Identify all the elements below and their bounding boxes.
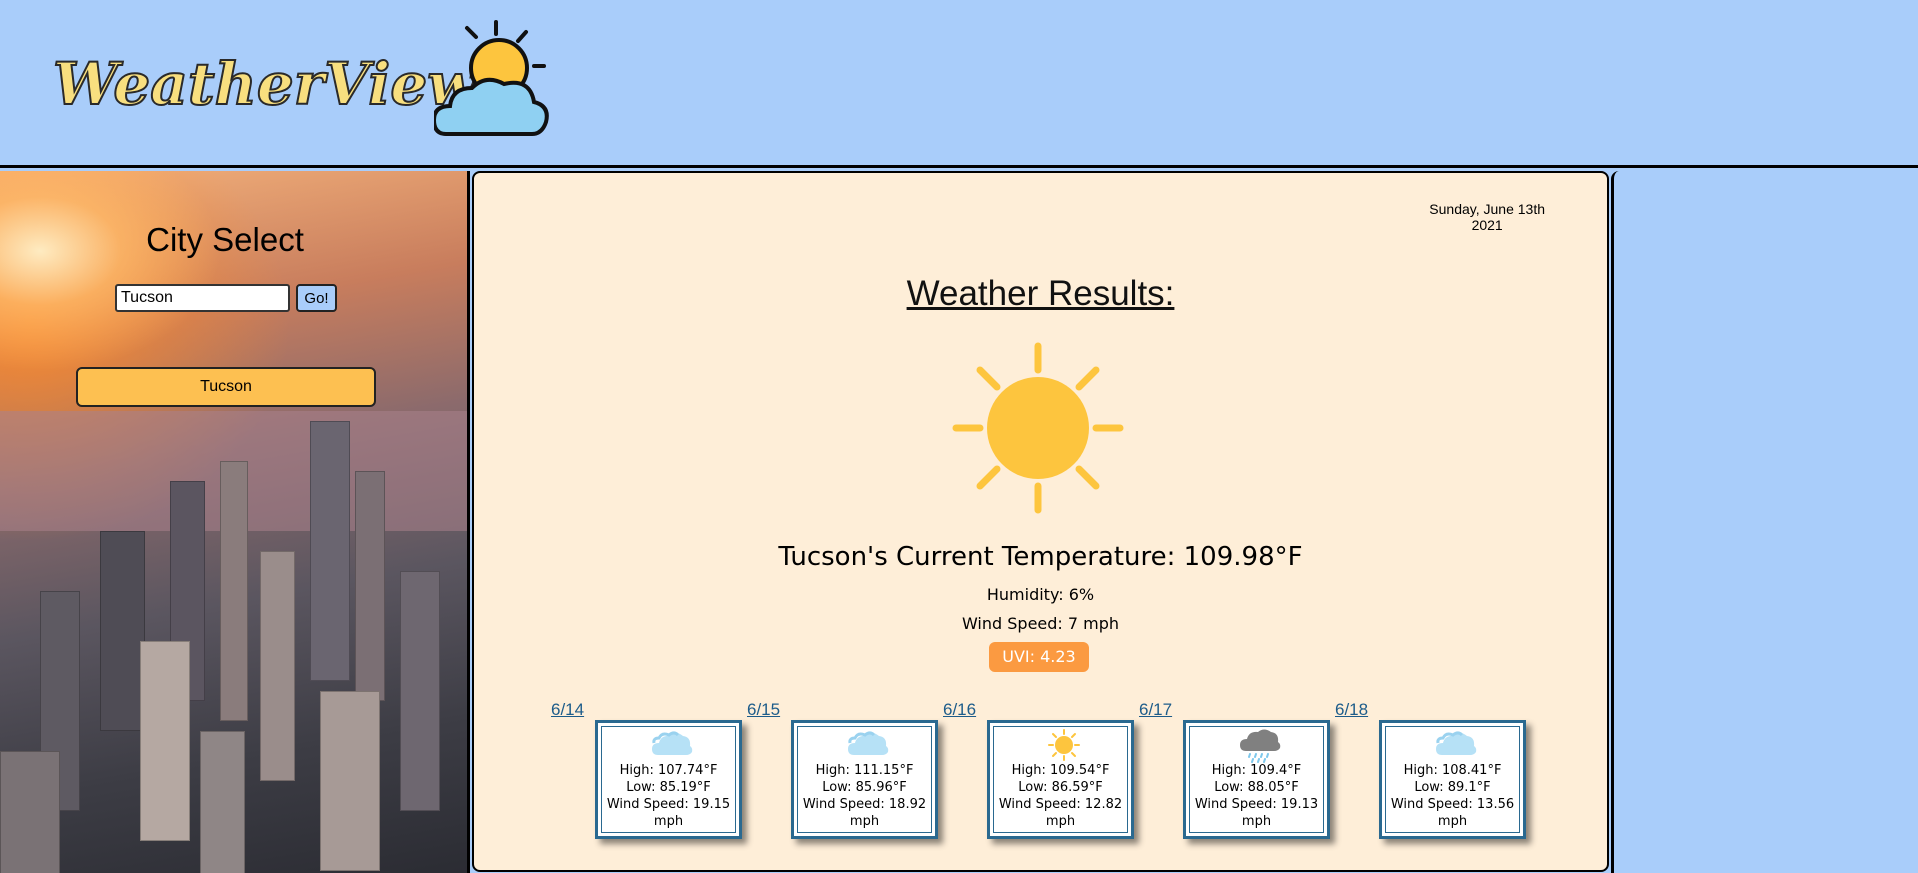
forecast-low: Low: 85.96°F <box>822 780 907 795</box>
building <box>355 471 385 701</box>
forecast-date-link[interactable]: 6/15 <box>747 700 780 720</box>
forecast-wind-unit: mph <box>849 814 880 829</box>
sun-icon <box>952 342 1124 514</box>
forecast-low: Low: 86.59°F <box>1018 780 1103 795</box>
search-row: Go! <box>115 284 337 312</box>
building <box>260 551 295 781</box>
city-search-input[interactable] <box>115 284 290 312</box>
city-select-title: City Select <box>146 221 304 258</box>
forecast-card: High: 109.4°F Low: 88.05°F Wind Speed: 1… <box>1183 720 1330 839</box>
logo-text: WeatherView <box>52 49 478 119</box>
forecast-high: High: 108.41°F <box>1403 763 1502 778</box>
forecast-high: High: 109.4°F <box>1211 763 1302 778</box>
forecast-date-link[interactable]: 6/14 <box>551 700 584 720</box>
building <box>400 571 440 811</box>
humidity: Humidity: 6% <box>986 585 1095 604</box>
history-city-button[interactable]: Tucson <box>76 367 376 407</box>
forecast-wind: Wind Speed: 12.82 mph <box>990 796 1131 830</box>
forecast-wind-value: Wind Speed: 12.82 <box>998 797 1123 812</box>
forecast-wind-unit: mph <box>1241 814 1272 829</box>
forecast-wind-unit: mph <box>1045 814 1076 829</box>
forecast-high: High: 109.54°F <box>1011 763 1110 778</box>
weather-results-panel: Sunday, June 13th 2021 Weather Results: … <box>472 171 1609 872</box>
date-day: Sunday, June 13th <box>1429 201 1545 217</box>
forecast-wind: Wind Speed: 19.15 mph <box>598 796 739 830</box>
forecast-card: High: 107.74°F Low: 85.19°F Wind Speed: … <box>595 720 742 839</box>
forecast-date-link[interactable]: 6/17 <box>1139 700 1172 720</box>
building <box>100 531 145 731</box>
forecast-wind-unit: mph <box>1437 814 1468 829</box>
building <box>310 421 350 681</box>
city-select-panel: City Select Go! Tucson <box>0 171 470 873</box>
forecast-date-link[interactable]: 6/18 <box>1335 700 1368 720</box>
wind-speed: Wind Speed: 7 mph <box>961 614 1120 633</box>
forecast-wind-value: Wind Speed: 18.92 <box>802 797 927 812</box>
building <box>320 691 380 871</box>
forecast-high: High: 107.74°F <box>619 763 718 778</box>
cloud-icon <box>1436 731 1477 755</box>
go-button[interactable]: Go! <box>296 284 337 312</box>
sun-icon <box>1048 729 1080 761</box>
forecast-card: High: 108.41°F Low: 89.1°F Wind Speed: 1… <box>1379 720 1526 839</box>
rain-cloud-icon <box>1240 729 1281 763</box>
current-date: Sunday, June 13th 2021 <box>1429 201 1545 233</box>
forecast-wind: Wind Speed: 19.13 mph <box>1186 796 1327 830</box>
cloud-icon <box>848 731 889 755</box>
forecast-wind: Wind Speed: 18.92 mph <box>794 796 935 830</box>
date-year: 2021 <box>1471 217 1503 233</box>
header: WeatherView <box>0 0 1918 168</box>
forecast-card: High: 111.15°F Low: 85.96°F Wind Speed: … <box>791 720 938 839</box>
uvi-badge: UVI: 4.23 <box>989 642 1089 672</box>
building <box>140 641 190 841</box>
forecast-wind: Wind Speed: 13.56 mph <box>1382 796 1523 830</box>
forecast-wind-unit: mph <box>653 814 684 829</box>
forecast-wind-value: Wind Speed: 19.15 <box>606 797 731 812</box>
building <box>220 461 248 721</box>
forecast-low: Low: 85.19°F <box>626 780 711 795</box>
results-title: Weather Results: <box>906 274 1175 313</box>
forecast-high: High: 111.15°F <box>815 763 914 778</box>
forecast-low: Low: 89.1°F <box>1414 780 1491 795</box>
building <box>200 731 245 873</box>
current-temperature: Tucson's Current Temperature: 109.98°F <box>778 542 1303 572</box>
weatherview-logo[interactable]: WeatherView <box>50 14 570 144</box>
right-blank-panel <box>1611 171 1918 873</box>
forecast-low: Low: 88.05°F <box>1214 780 1299 795</box>
cloud-icon <box>652 731 693 755</box>
forecast-date-link[interactable]: 6/16 <box>943 700 976 720</box>
logo-sun-cloud-icon <box>434 20 549 136</box>
forecast-wind-value: Wind Speed: 19.13 <box>1194 797 1319 812</box>
building <box>0 751 60 873</box>
forecast-wind-value: Wind Speed: 13.56 <box>1390 797 1515 812</box>
forecast-card: High: 109.54°F Low: 86.59°F Wind Speed: … <box>987 720 1134 839</box>
